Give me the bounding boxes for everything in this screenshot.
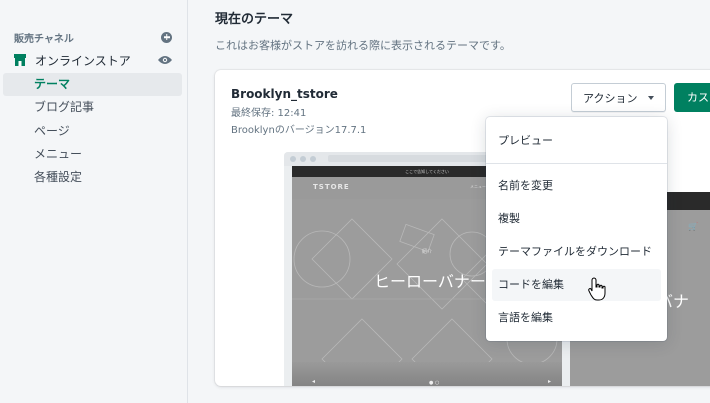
slide-prev-icon: ◂ bbox=[312, 378, 316, 385]
sidebar-item-themes[interactable]: テーマ bbox=[3, 73, 182, 96]
menu-divider bbox=[486, 163, 667, 164]
page-title: 現在のテーマ bbox=[215, 12, 294, 27]
store-icon bbox=[14, 54, 26, 66]
page-description: これはお客様がストアを訪れる際に表示されるテーマです。 bbox=[215, 39, 511, 52]
menu-item-duplicate[interactable]: 複製 bbox=[492, 203, 661, 235]
browser-dot-icon bbox=[300, 156, 306, 162]
slide-next-icon: ▸ bbox=[548, 378, 552, 385]
site-nav: メニュー bbox=[470, 184, 486, 189]
add-channel-icon[interactable] bbox=[161, 31, 172, 43]
sidebar-item-preferences[interactable]: 各種設定 bbox=[3, 166, 182, 189]
actions-button[interactable]: アクション bbox=[571, 83, 666, 112]
actions-dropdown-menu: プレビュー 名前を変更 複製 テーマファイルをダウンロード コードを編集 言語を… bbox=[486, 117, 667, 341]
hand-cursor-icon bbox=[588, 277, 606, 301]
menu-item-edit-languages[interactable]: 言語を編集 bbox=[492, 302, 661, 334]
hero-banner-text: ヒーローバナー bbox=[374, 272, 486, 291]
menu-item-edit-code[interactable]: コードを編集 bbox=[492, 269, 661, 301]
menu-item-download-theme[interactable]: テーマファイルをダウンロード bbox=[492, 236, 661, 268]
slide-dots: ● ○ bbox=[429, 380, 440, 386]
menu-item-preview[interactable]: プレビュー bbox=[492, 125, 661, 157]
browser-dot-icon bbox=[310, 156, 316, 162]
menu-item-rename[interactable]: 名前を変更 bbox=[492, 170, 661, 202]
actions-button-label: アクション bbox=[583, 91, 638, 105]
sidebar: 販売チャネル オンラインストア テーマ ブログ記事 ページ メニュー 各種設定 bbox=[0, 0, 188, 403]
cart-icon: 🛒 bbox=[688, 222, 698, 231]
customize-button[interactable]: カス bbox=[674, 83, 710, 112]
sidebar-item-online-store[interactable]: オンラインストア bbox=[14, 50, 172, 70]
theme-version: Brooklynのバージョン17.7.1 bbox=[231, 125, 367, 136]
sales-channels-header: 販売チャネル bbox=[14, 29, 172, 45]
theme-last-saved: 最終保存: 12:41 bbox=[231, 108, 307, 119]
browser-dot-icon bbox=[290, 156, 296, 162]
theme-name: Brooklyn_tstore bbox=[231, 87, 338, 101]
sidebar-item-navigation[interactable]: メニュー bbox=[3, 143, 182, 166]
eye-icon[interactable] bbox=[158, 55, 172, 65]
sidebar-item-pages[interactable]: ページ bbox=[3, 120, 182, 143]
sidebar-item-blog-posts[interactable]: ブログ記事 bbox=[3, 96, 182, 119]
online-store-label: オンラインストア bbox=[35, 53, 131, 68]
caret-down-icon bbox=[648, 96, 654, 100]
site-logo: TSTORE bbox=[313, 183, 350, 191]
site-bottom-gradient bbox=[292, 362, 562, 386]
sales-channels-label: 販売チャネル bbox=[14, 33, 74, 45]
